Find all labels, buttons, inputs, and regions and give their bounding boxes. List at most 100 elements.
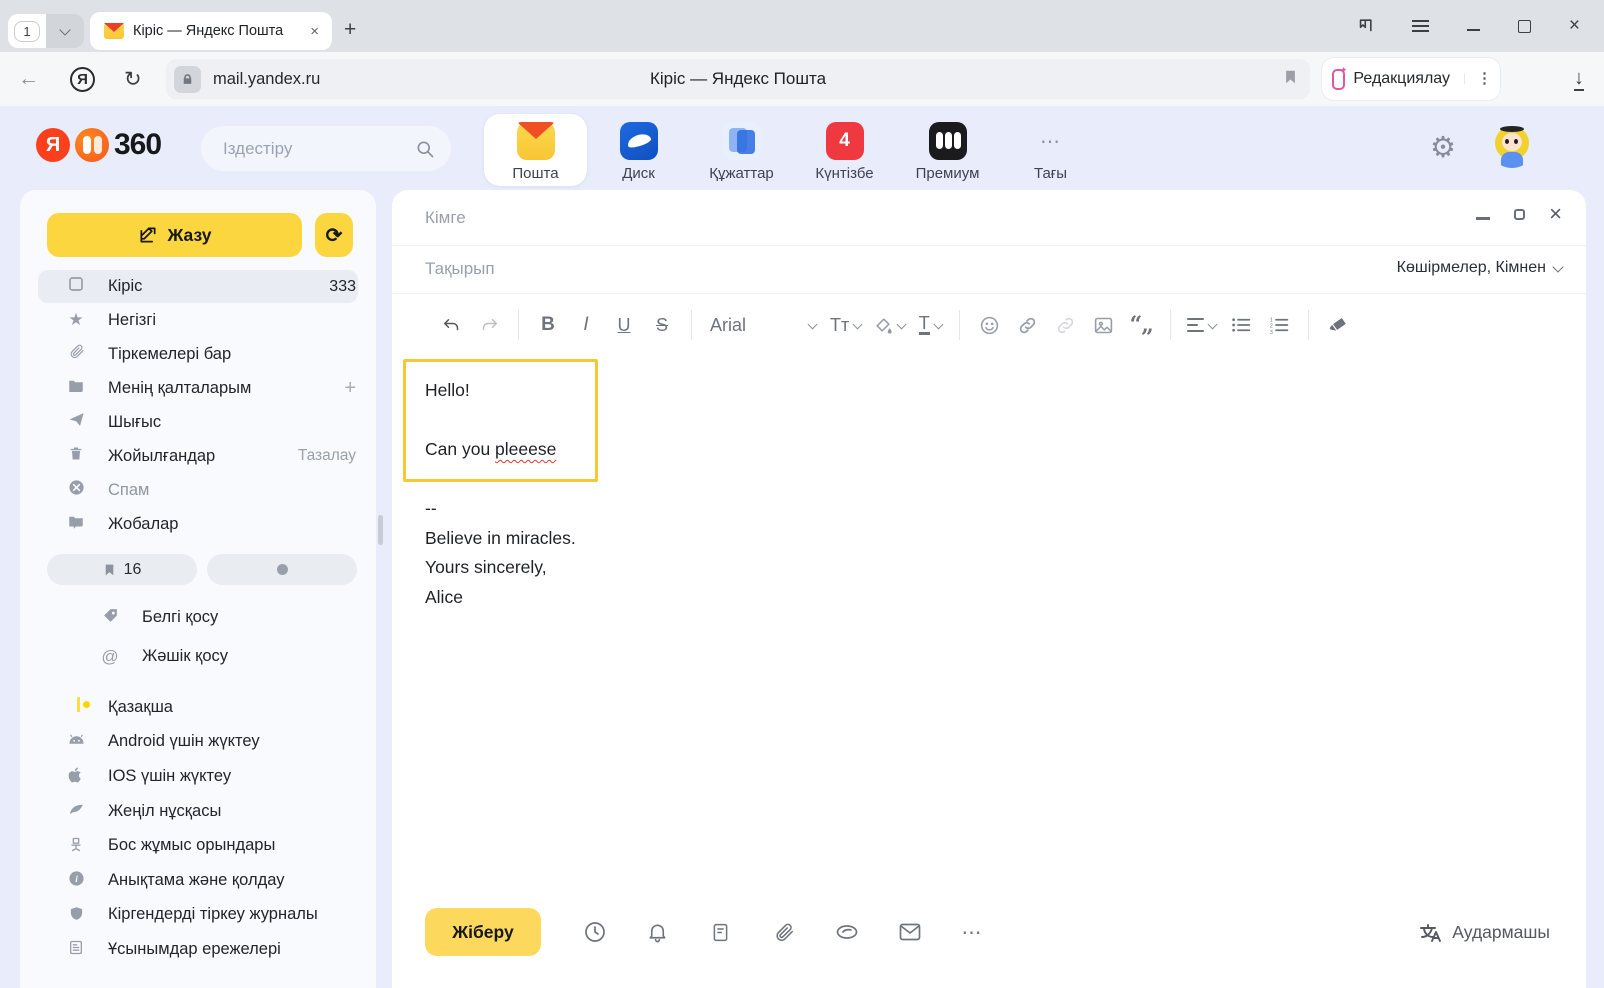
sidebar-item-drafts[interactable]: Жобалар <box>20 507 376 541</box>
search-icon[interactable] <box>415 139 435 159</box>
schedule-send-button[interactable] <box>563 920 626 944</box>
attach-file-button[interactable] <box>752 921 815 944</box>
insert-image-button[interactable] <box>1090 310 1116 340</box>
bullet-list-button[interactable] <box>1228 310 1254 340</box>
compose-body[interactable]: Hello! Can you pleeese -- Believe in mir… <box>392 356 1586 872</box>
sidebar-link-ios[interactable]: IOS үшін жүктеу <box>20 759 376 794</box>
sidebar-item-inbox[interactable]: Кіріс 333 <box>38 270 358 303</box>
signature-block: -- Believe in miracles. Yours sincerely,… <box>425 494 576 612</box>
label-filter-pill[interactable] <box>207 554 357 585</box>
sidebar-item-attachments[interactable]: Тіркемелері бар <box>20 337 376 371</box>
yandex-browser-icon[interactable]: Я <box>70 67 95 92</box>
insert-link-button[interactable] <box>1014 310 1040 340</box>
redo-button[interactable] <box>476 310 502 340</box>
compose-subject-field[interactable]: Тақырып Көшірмелер, Кімнен <box>392 246 1586 294</box>
yandex-logo-icon: Я <box>36 128 70 162</box>
font-size-select[interactable]: Tт <box>830 310 861 340</box>
service-tab-mail[interactable]: Пошта <box>484 114 587 186</box>
attach-from-mail-button[interactable] <box>878 922 941 942</box>
compose-to-field[interactable]: Кімге × <box>392 190 1586 246</box>
sidebar-item-spam[interactable]: Спам <box>20 473 376 507</box>
address-bar[interactable]: mail.yandex.ru Кіріс — Яндекс Пошта <box>166 59 1310 99</box>
browser-menu-icon[interactable] <box>1412 20 1429 32</box>
strikethrough-button[interactable]: S <box>649 310 675 340</box>
sidebar-link-language[interactable]: Қазақша <box>20 690 376 725</box>
compose-close-button[interactable]: × <box>1549 204 1562 224</box>
send-button[interactable]: Жіберу <box>425 908 541 956</box>
template-button[interactable] <box>689 921 752 944</box>
sidebar-link-login-journal[interactable]: Кіргендерді тіркеу журналы <box>20 898 376 933</box>
service-tab-more[interactable]: ⋯ Тағы <box>999 114 1102 186</box>
numbered-list-button[interactable]: 123 <box>1266 310 1292 340</box>
sidebar-link-help[interactable]: i Анықтама және қолдау <box>20 863 376 898</box>
text-color-button[interactable]: T <box>917 310 943 340</box>
notify-button[interactable] <box>626 920 689 944</box>
mail-sidebar: Жазу ⟳ Кіріс 333 ★ Негізгі Тіркемелері б… <box>20 190 376 988</box>
compose-button[interactable]: Жазу <box>47 213 302 257</box>
compose-label: Жазу <box>168 225 212 246</box>
window-minimize-button[interactable] <box>1467 29 1480 31</box>
clear-trash-link[interactable]: Тазалау <box>298 447 356 465</box>
sidebar-panel-icon[interactable] <box>1355 17 1374 36</box>
sidebar-item-trash[interactable]: Жойылғандар Тазалау <box>20 439 376 473</box>
service-label: Премиум <box>916 165 980 182</box>
bookmarks-filter-pill[interactable]: 16 <box>47 554 197 585</box>
highlight-color-button[interactable] <box>873 310 905 340</box>
service-tab-calendar[interactable]: 4 Күнтізбе <box>793 114 896 186</box>
service-tab-docs[interactable]: Құжаттар <box>690 114 793 186</box>
new-tab-button[interactable]: + <box>344 18 356 42</box>
back-button[interactable]: ← <box>18 67 39 91</box>
sidebar-link-android[interactable]: Android үшін жүктеу <box>20 725 376 760</box>
sidebar-link-recommendations[interactable]: Ұсынымдар ережелері <box>20 932 376 967</box>
signature-line: Yours sincerely, <box>425 553 576 583</box>
sidebar-item-my-folders[interactable]: Менің қалталарым + <box>20 371 376 405</box>
edit-page-button[interactable]: Редакциялау ⋮ <box>1322 58 1500 100</box>
underline-button[interactable]: U <box>611 310 637 340</box>
undo-button[interactable] <box>438 310 464 340</box>
translator-button[interactable]: Аудармашы <box>1418 920 1550 944</box>
yandex-360-logo[interactable]: Я 360 <box>36 128 161 162</box>
bold-button[interactable]: B <box>535 310 561 340</box>
bookmark-icon[interactable] <box>1283 68 1298 91</box>
tab-close-icon[interactable]: × <box>307 23 322 40</box>
browser-tab[interactable]: Кіріс — Яндекс Пошта × <box>90 12 332 50</box>
compose-minimize-button[interactable] <box>1476 217 1490 220</box>
italic-button[interactable]: I <box>573 310 599 340</box>
sidebar-item-primary[interactable]: ★ Негізгі <box>20 303 376 337</box>
service-tab-premium[interactable]: Премиум <box>896 114 999 186</box>
settings-gear-icon[interactable]: ⚙ <box>1430 134 1456 163</box>
reload-button[interactable]: ↻ <box>124 67 142 92</box>
compose-popout-button[interactable] <box>1514 209 1525 220</box>
service-label: Пошта <box>512 165 558 182</box>
clear-formatting-button[interactable] <box>1325 310 1351 340</box>
attach-from-disk-button[interactable] <box>815 922 878 942</box>
service-label: Күнтізбе <box>815 165 873 182</box>
window-close-button[interactable]: × <box>1569 15 1580 37</box>
scrollbar-thumb[interactable] <box>378 515 383 545</box>
window-maximize-button[interactable] <box>1518 20 1531 33</box>
downloads-button[interactable]: ↓ <box>1574 68 1584 91</box>
add-mailbox-button[interactable]: @ Жәшік қосу <box>20 637 376 676</box>
sidebar-item-sent[interactable]: Шығыс <box>20 405 376 439</box>
remove-link-button[interactable] <box>1052 310 1078 340</box>
tab-count-button[interactable]: 1 <box>8 14 46 48</box>
sidebar-link-vacancies[interactable]: Бос жұмыс орындары <box>20 828 376 863</box>
add-label-button[interactable]: Белгі қосу <box>20 598 376 637</box>
refresh-button[interactable]: ⟳ <box>315 213 353 257</box>
more-options-button[interactable]: ⋯ <box>941 920 1004 945</box>
cc-from-toggle[interactable]: Көшірмелер, Кімнен <box>1397 259 1562 277</box>
signature-line: Believe in miracles. <box>425 524 576 554</box>
add-folder-icon[interactable]: + <box>344 377 356 400</box>
edit-menu-icon[interactable]: ⋮ <box>1464 74 1492 84</box>
tab-list-dropdown[interactable] <box>46 14 84 48</box>
user-avatar[interactable] <box>1488 120 1536 168</box>
service-tab-disk[interactable]: Диск <box>587 114 690 186</box>
lock-icon[interactable] <box>174 66 201 93</box>
emoji-button[interactable] <box>976 310 1002 340</box>
font-family-select[interactable]: Arial <box>710 315 816 336</box>
align-button[interactable] <box>1187 310 1216 340</box>
misspelled-word: pleeese <box>495 439 556 459</box>
sidebar-link-light-version[interactable]: Жеңіл нұсқасы <box>20 794 376 829</box>
quote-button[interactable]: “„ <box>1128 310 1154 340</box>
search-input[interactable]: Іздестіру <box>201 126 451 171</box>
